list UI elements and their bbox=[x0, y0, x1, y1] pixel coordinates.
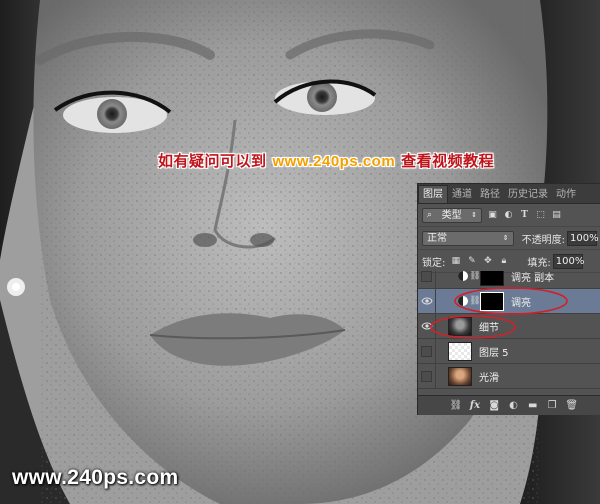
lock-all-icon[interactable]: 🔒︎ bbox=[498, 256, 509, 267]
image-filter-icon[interactable]: ▣ bbox=[487, 210, 498, 221]
layer-row[interactable]: 图层 5 bbox=[418, 338, 600, 364]
smart-object-filter-icon[interactable]: ▤ bbox=[551, 210, 562, 221]
opacity-input[interactable]: 100% bbox=[567, 230, 599, 246]
lock-transparent-icon[interactable]: ▦ bbox=[450, 256, 461, 267]
tab-channels[interactable]: 通道 bbox=[448, 186, 476, 203]
add-mask-icon[interactable]: ◙ bbox=[488, 400, 500, 411]
layer-row[interactable]: 光滑 bbox=[418, 363, 600, 389]
hidden-box-icon bbox=[421, 271, 432, 282]
hidden-box-icon bbox=[421, 370, 432, 382]
panel-footer-toolbar: ⛓︎ fx ◙ ◐ ▬ ❐ 🗑︎ bbox=[418, 395, 600, 415]
adjustment-filter-icon[interactable]: ◐ bbox=[503, 210, 514, 221]
lock-position-icon[interactable]: ✥ bbox=[482, 256, 493, 267]
filter-row: ⌕ 类型 ⇕ ▣ ◐ T ⬚ ▤ bbox=[418, 204, 600, 227]
layer-name[interactable]: 调亮 副本 bbox=[511, 271, 554, 284]
chevron-updown-icon: ⇕ bbox=[502, 233, 509, 242]
new-group-icon[interactable]: ▬ bbox=[527, 400, 539, 411]
blend-mode-value: 正常 bbox=[427, 232, 447, 244]
shape-filter-icon[interactable]: ⬚ bbox=[535, 210, 546, 221]
link-layers-icon[interactable]: ⛓︎ bbox=[450, 400, 463, 411]
type-filter-icon[interactable]: T bbox=[519, 210, 530, 221]
visibility-toggle[interactable] bbox=[418, 313, 436, 339]
chevron-updown-icon: ⇕ bbox=[471, 210, 477, 219]
eye-icon bbox=[420, 297, 433, 305]
visibility-toggle[interactable] bbox=[418, 288, 436, 314]
blend-row: 正常 ⇕ 不透明度: 100% bbox=[418, 227, 600, 250]
tab-layers[interactable]: 图层 bbox=[418, 185, 448, 203]
watermark-prefix: 如有疑问可以到 bbox=[158, 152, 267, 170]
visibility-toggle[interactable] bbox=[418, 271, 436, 289]
fill-input[interactable]: 100% bbox=[552, 253, 584, 269]
lock-label: 锁定: bbox=[422, 257, 446, 269]
lock-row: 锁定: ▦ ✎ ✥ 🔒︎ 填充: 100% bbox=[418, 250, 600, 273]
layer-name[interactable]: 光滑 bbox=[479, 369, 499, 384]
filter-kind-select[interactable]: ⌕ 类型 ⇕ bbox=[422, 207, 482, 223]
mask-link-icon[interactable]: ⛓︎ bbox=[469, 271, 480, 283]
tab-actions[interactable]: 动作 bbox=[552, 186, 580, 203]
new-layer-icon[interactable]: ❐ bbox=[546, 400, 558, 411]
hidden-box-icon bbox=[421, 345, 432, 357]
opacity-label: 不透明度: bbox=[521, 234, 565, 246]
layer-name[interactable]: 调亮 bbox=[511, 294, 531, 309]
visibility-toggle[interactable] bbox=[418, 363, 436, 389]
layer-row-selected[interactable]: ⛓︎ 调亮 bbox=[418, 288, 600, 314]
layer-thumbnail[interactable] bbox=[448, 316, 472, 336]
layer-row[interactable]: 细节 bbox=[418, 313, 600, 339]
watermark-banner: 如有疑问可以到 www.240ps.com 查看视频教程 bbox=[158, 150, 494, 171]
mask-link-icon[interactable]: ⛓︎ bbox=[469, 294, 480, 308]
visibility-toggle[interactable] bbox=[418, 338, 436, 364]
lock-pixels-icon[interactable]: ✎ bbox=[466, 256, 477, 267]
tab-history[interactable]: 历史记录 bbox=[504, 186, 552, 203]
adjustment-layer-icon bbox=[456, 271, 470, 283]
layer-name[interactable]: 图层 5 bbox=[479, 344, 509, 359]
layer-name[interactable]: 细节 bbox=[479, 319, 499, 334]
tab-paths[interactable]: 路径 bbox=[476, 186, 504, 203]
delete-layer-icon[interactable]: 🗑︎ bbox=[565, 400, 578, 411]
watermark-url[interactable]: www.240ps.com bbox=[273, 153, 396, 170]
adjustment-layer-icon bbox=[456, 294, 470, 308]
layer-mask-thumbnail[interactable] bbox=[480, 291, 504, 311]
layer-mask-thumbnail[interactable] bbox=[480, 271, 504, 286]
blend-mode-select[interactable]: 正常 ⇕ bbox=[422, 230, 514, 246]
watermark-suffix: 查看视频教程 bbox=[401, 152, 495, 170]
fill-label: 填充: bbox=[527, 257, 551, 269]
filter-kind-label: 类型 bbox=[441, 209, 462, 221]
fx-icon[interactable]: fx bbox=[469, 400, 481, 411]
layers-panel: 图层 通道 路径 历史记录 动作 ⌕ 类型 ⇕ ▣ ◐ T ⬚ ▤ 正常 ⇕ 不… bbox=[417, 183, 600, 415]
eye-icon bbox=[420, 322, 433, 330]
layer-thumbnail[interactable] bbox=[448, 341, 472, 361]
panel-tabs: 图层 通道 路径 历史记录 动作 bbox=[418, 184, 600, 204]
new-adjustment-icon[interactable]: ◐ bbox=[507, 400, 519, 411]
layer-thumbnail[interactable] bbox=[448, 366, 472, 386]
layer-list: ⛓︎ 调亮 副本 ⛓︎ 调亮 细节 图层 5 光滑 bbox=[418, 271, 600, 395]
brand-watermark: www.240ps.com bbox=[12, 466, 179, 489]
layer-row[interactable]: ⛓︎ 调亮 副本 bbox=[418, 271, 600, 289]
search-icon: ⌕ bbox=[427, 209, 433, 220]
